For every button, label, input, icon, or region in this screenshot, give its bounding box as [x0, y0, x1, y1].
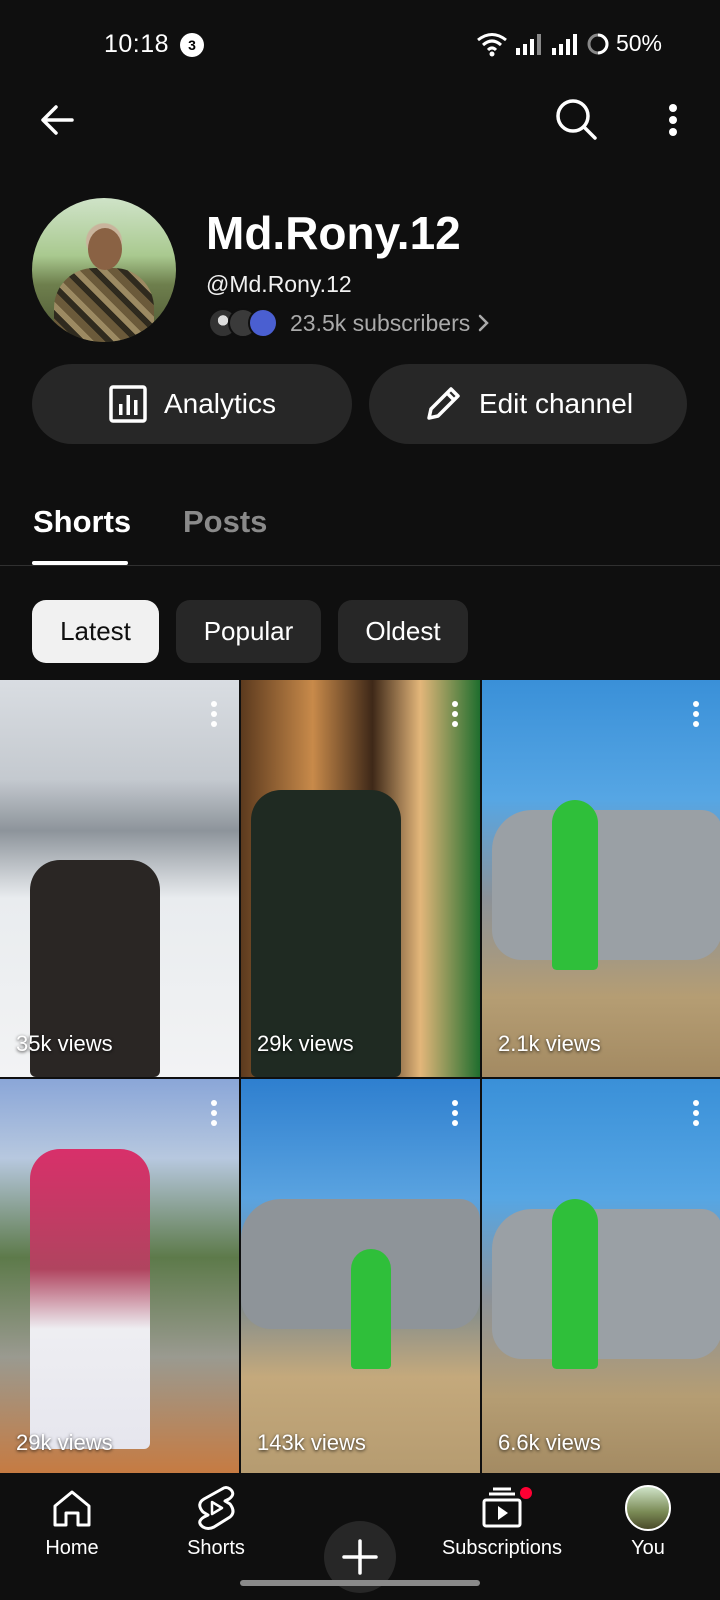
back-button[interactable] — [34, 96, 82, 144]
back-arrow-icon — [41, 105, 74, 135]
signal-icon-2 — [551, 33, 577, 55]
status-bar: 10:18 3 50% — [0, 0, 720, 90]
more-vert-icon[interactable] — [209, 1099, 219, 1127]
status-icons: 50% — [476, 30, 662, 57]
view-count: 29k views — [257, 1031, 354, 1056]
subscriber-avatar — [248, 308, 278, 338]
filter-chip-oldest[interactable]: Oldest — [338, 600, 468, 663]
nav-you[interactable]: You — [612, 1485, 684, 1560]
wifi-icon — [477, 32, 507, 56]
short-thumbnail[interactable]: 29k views — [0, 1079, 239, 1476]
channel-tabs: Shorts Posts — [0, 480, 720, 566]
view-count: 29k views — [16, 1430, 113, 1455]
gesture-bar[interactable] — [240, 1580, 480, 1586]
shorts-icon — [198, 1486, 235, 1530]
tab-shorts[interactable]: Shorts — [33, 504, 131, 540]
thumbnail-person — [351, 1249, 391, 1369]
subscriber-count: 23.5k subscribers — [290, 309, 471, 336]
filter-chip-popular[interactable]: Popular — [176, 600, 321, 663]
search-button[interactable] — [552, 95, 600, 143]
subscribers-row[interactable]: 23.5k subscribers — [208, 308, 490, 338]
active-tab-indicator — [32, 561, 128, 565]
nav-subscriptions[interactable]: Subscriptions — [432, 1485, 572, 1560]
analytics-icon — [109, 385, 147, 423]
view-count: 6.6k views — [498, 1430, 601, 1455]
more-vert-icon — [669, 104, 677, 136]
signal-icon — [515, 33, 541, 55]
channel-avatar[interactable] — [32, 198, 176, 342]
filter-chip-latest[interactable]: Latest — [32, 600, 159, 663]
pencil-icon — [427, 387, 460, 420]
channel-name: Md.Rony.12 — [206, 207, 461, 259]
more-vert-icon[interactable] — [450, 700, 460, 728]
status-time: 10:18 — [104, 30, 170, 58]
thumbnail-helicopter — [492, 810, 720, 960]
analytics-label: Analytics — [163, 388, 277, 419]
thumbnail-person — [552, 800, 598, 970]
more-vert-icon[interactable] — [691, 1099, 701, 1127]
short-thumbnail[interactable]: 6.6k views — [482, 1079, 720, 1476]
home-icon — [53, 1490, 91, 1527]
create-icon — [342, 1539, 378, 1575]
short-thumbnail[interactable]: 2.1k views — [482, 680, 720, 1077]
shorts-grid: 35k views 29k views 2.1k views 29k views… — [0, 680, 720, 1476]
search-icon — [556, 99, 597, 140]
more-vert-icon[interactable] — [450, 1099, 460, 1127]
more-vert-icon[interactable] — [691, 700, 701, 728]
battery-percent: 50% — [615, 30, 662, 56]
thumbnail-person — [552, 1199, 598, 1369]
nav-home-label: Home — [45, 1537, 99, 1559]
notification-dot — [518, 1485, 534, 1501]
avatar-figure-head — [88, 228, 122, 270]
edit-channel-label: Edit channel — [478, 388, 634, 419]
top-app-bar — [0, 88, 720, 152]
edit-channel-button[interactable]: Edit channel — [369, 364, 687, 444]
view-count: 35k views — [16, 1031, 113, 1056]
thumbnail-person — [30, 1149, 150, 1449]
channel-handle: @Md.Rony.12 — [206, 271, 352, 297]
analytics-button[interactable]: Analytics — [32, 364, 352, 444]
nav-you-label: You — [631, 1537, 665, 1559]
notification-count-badge: 3 — [180, 33, 204, 57]
view-count: 2.1k views — [498, 1031, 601, 1056]
more-vert-icon[interactable] — [209, 700, 219, 728]
more-options-button[interactable] — [655, 96, 691, 144]
short-thumbnail[interactable]: 35k views — [0, 680, 239, 1077]
battery-icon — [587, 33, 609, 54]
avatar-figure-shirt — [54, 268, 154, 342]
nav-home[interactable]: Home — [38, 1485, 106, 1560]
short-thumbnail[interactable]: 29k views — [241, 680, 480, 1077]
nav-subscriptions-label: Subscriptions — [441, 1537, 563, 1559]
user-avatar — [625, 1485, 671, 1531]
thumbnail-helicopter — [492, 1209, 720, 1359]
view-count: 143k views — [257, 1430, 366, 1455]
nav-shorts[interactable]: Shorts — [178, 1485, 254, 1560]
nav-shorts-label: Shorts — [187, 1537, 245, 1559]
tab-posts[interactable]: Posts — [183, 504, 267, 540]
short-thumbnail[interactable]: 143k views — [241, 1079, 480, 1476]
chevron-right-icon — [479, 314, 490, 332]
